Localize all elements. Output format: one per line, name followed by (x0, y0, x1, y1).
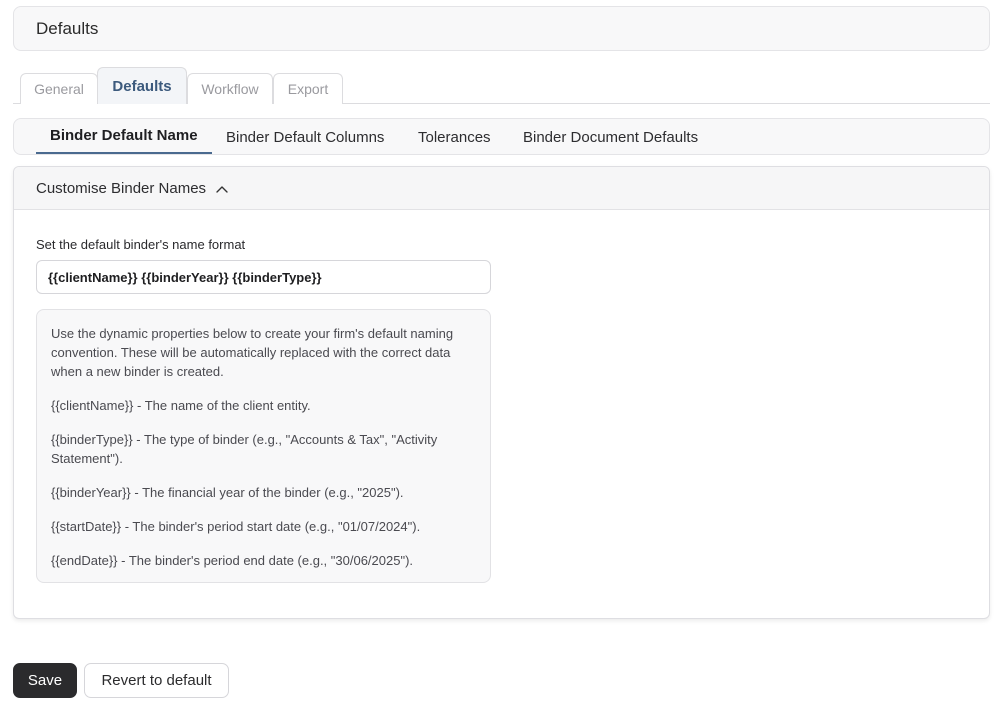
help-property-start-date: {{startDate}} - The binder's period star… (51, 519, 421, 534)
page-title: Defaults (36, 19, 99, 38)
tab-defaults[interactable]: Defaults (97, 67, 187, 104)
subtab-binder-document-defaults[interactable]: Binder Document Defaults (523, 119, 698, 155)
save-button[interactable]: Save (13, 663, 77, 698)
name-format-input[interactable] (36, 260, 491, 294)
subtab-tolerances[interactable]: Tolerances (418, 119, 491, 155)
help-property-binder-type: {{binderType}} - The type of binder (e.g… (51, 432, 438, 466)
panel-header-toggle[interactable]: Customise Binder Names (14, 167, 989, 210)
revert-to-default-button[interactable]: Revert to default (84, 663, 229, 698)
help-property-binder-year: {{binderYear}} - The financial year of t… (51, 485, 404, 500)
subtab-binder-default-name[interactable]: Binder Default Name (36, 119, 212, 154)
chevron-up-icon (216, 186, 228, 193)
settings-tabs: General Defaults Workflow Export (13, 66, 990, 104)
customise-binder-names-panel: Customise Binder Names Set the default b… (13, 166, 990, 619)
name-format-label: Set the default binder's name format (36, 237, 246, 252)
tab-export[interactable]: Export (273, 73, 343, 104)
tab-general[interactable]: General (20, 73, 98, 104)
defaults-subtabs: Binder Default Name Binder Default Colum… (13, 118, 990, 155)
help-property-client-name: {{clientName}} - The name of the client … (51, 398, 311, 413)
panel-title: Customise Binder Names (36, 180, 207, 197)
dynamic-properties-help: Use the dynamic properties below to crea… (36, 309, 491, 583)
tab-workflow[interactable]: Workflow (187, 73, 273, 104)
subtab-binder-default-columns[interactable]: Binder Default Columns (226, 119, 384, 155)
help-property-end-date: {{endDate}} - The binder's period end da… (51, 553, 414, 568)
help-intro: Use the dynamic properties below to crea… (51, 326, 454, 379)
page-header: Defaults (13, 6, 990, 51)
